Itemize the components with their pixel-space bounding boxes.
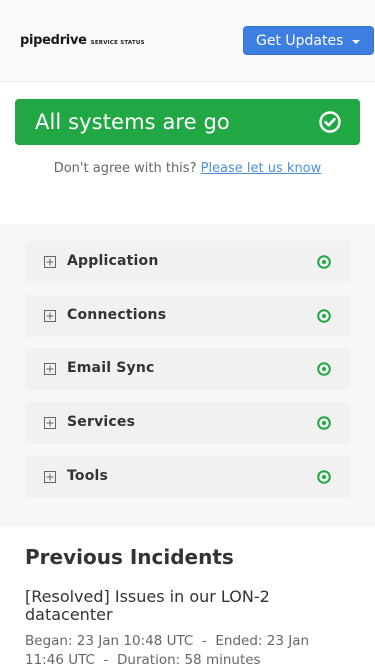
check-circle-icon	[317, 362, 331, 376]
plus-square-icon[interactable]	[44, 471, 56, 483]
disagree-notice: Don't agree with this? Please let us kno…	[0, 161, 375, 176]
check-circle-icon	[317, 255, 331, 269]
logo[interactable]: pipedrive SERVICE STATUS	[20, 33, 145, 49]
previous-incidents-heading: Previous Incidents	[25, 545, 234, 569]
plus-square-icon[interactable]	[44, 363, 56, 375]
component-name: Email Sync	[67, 360, 155, 376]
check-circle-icon	[317, 470, 331, 484]
incident-title[interactable]: [Resolved] Issues in our LON-2 datacente…	[25, 588, 325, 624]
component-name: Connections	[67, 307, 167, 323]
feedback-link[interactable]: Please let us know	[201, 161, 322, 176]
check-circle-icon	[319, 111, 341, 133]
status-message: All systems are go	[35, 110, 230, 134]
check-circle-icon	[317, 416, 331, 430]
component-name: Application	[67, 253, 159, 269]
get-updates-button[interactable]: Get Updates	[243, 26, 374, 55]
incident-meta: Began: 23 Jan 10:48 UTC - Ended: 23 Jan …	[25, 632, 355, 670]
page-header: pipedrive SERVICE STATUS Get Updates	[0, 0, 375, 82]
component-application[interactable]: Application	[25, 241, 350, 283]
plus-square-icon[interactable]	[44, 310, 56, 322]
incident-meta-line: 11:46 UTC - Duration: 58 minutes	[25, 652, 261, 668]
status-banner: All systems are go	[15, 99, 360, 145]
get-updates-label: Get Updates	[256, 32, 344, 49]
check-circle-icon	[317, 309, 331, 323]
component-name: Tools	[67, 468, 109, 484]
plus-square-icon[interactable]	[44, 417, 56, 429]
incident-meta-line: Began: 23 Jan 10:48 UTC - Ended: 23 Jan	[25, 633, 310, 649]
component-email-sync[interactable]: Email Sync	[25, 348, 350, 390]
logo-text: pipedrive	[20, 33, 87, 48]
component-services[interactable]: Services	[25, 402, 350, 444]
logo-subtitle: SERVICE STATUS	[90, 40, 145, 46]
component-tools[interactable]: Tools	[25, 456, 350, 498]
component-name: Services	[67, 414, 136, 430]
caret-down-icon	[352, 40, 360, 44]
plus-square-icon[interactable]	[44, 256, 56, 268]
components-section: Application Connections Email Sync Servi…	[0, 224, 375, 527]
component-connections[interactable]: Connections	[25, 295, 350, 337]
disagree-text: Don't agree with this?	[53, 161, 197, 176]
